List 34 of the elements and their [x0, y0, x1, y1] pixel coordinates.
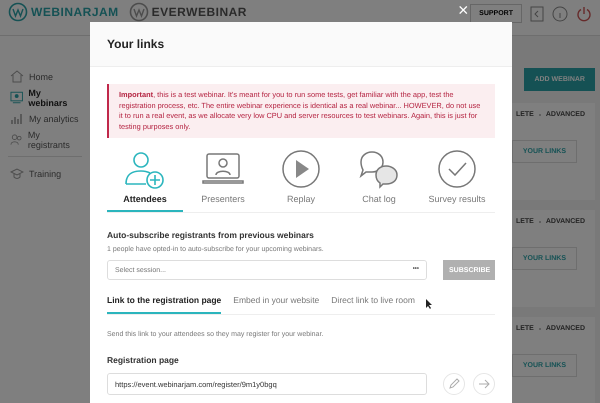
- tab[interactable]: Presenters: [185, 146, 261, 212]
- pencil-icon: [448, 378, 460, 390]
- logo-text: WEBINARJAM: [31, 5, 119, 19]
- modal-title: Your links: [107, 37, 164, 51]
- tab[interactable]: Link to the registration page: [107, 289, 222, 314]
- graduation-cap-icon: [10, 167, 24, 180]
- exit-icon[interactable]: [530, 6, 544, 22]
- close-button[interactable]: ×: [456, 2, 471, 18]
- home-icon: [10, 70, 24, 83]
- cursor-icon: [426, 299, 433, 309]
- people-icon: [10, 133, 23, 146]
- bar-chart-icon: [10, 112, 24, 125]
- tab[interactable]: Chat log: [341, 146, 417, 212]
- edit-button[interactable]: [443, 373, 465, 395]
- sidebar-item[interactable]: Home: [0, 66, 90, 87]
- sidebar-item[interactable]: My analytics: [0, 108, 90, 129]
- info-icon[interactable]: [552, 6, 568, 22]
- sidebar-item[interactable]: Training: [0, 163, 90, 184]
- monitor-icon: [10, 91, 24, 104]
- tab[interactable]: Embed in your website: [233, 289, 320, 314]
- logo-text: EVERWEBINAR: [152, 5, 247, 19]
- tab[interactable]: Survey results: [419, 146, 495, 212]
- tab[interactable]: Replay: [263, 146, 339, 212]
- logo-icon: [8, 2, 28, 22]
- field-label: Registration page: [107, 355, 180, 365]
- tab[interactable]: Direct link to live room: [331, 289, 415, 314]
- open-link-button[interactable]: [473, 373, 495, 395]
- sidebar-item[interactable]: My webinars: [0, 87, 90, 108]
- section-title: Auto-subscribe registrants from previous webinars: [107, 230, 315, 240]
- sidebar-item[interactable]: My registrants: [0, 129, 90, 150]
- tab[interactable]: Attendees: [107, 146, 183, 212]
- arrow-right-icon: [478, 378, 490, 390]
- power-icon[interactable]: [576, 6, 592, 22]
- logo-icon: [128, 2, 149, 22]
